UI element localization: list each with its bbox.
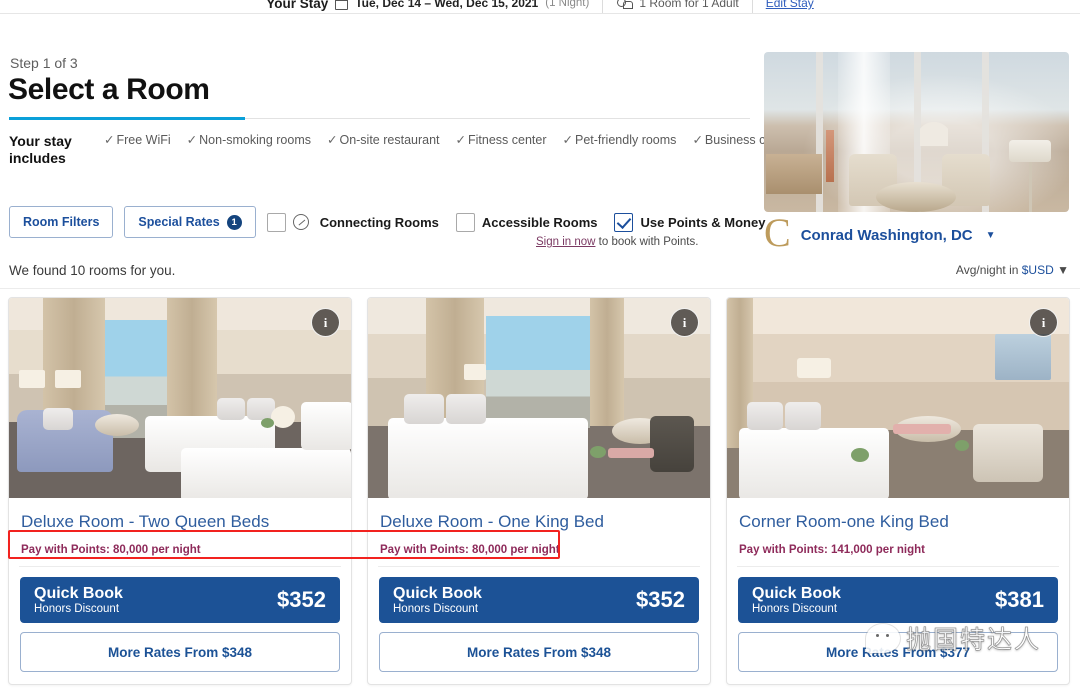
room-card[interactable]: i Deluxe Room - Two Queen Beds Pay with … bbox=[8, 297, 352, 685]
topbar-divider bbox=[0, 13, 1080, 14]
conrad-logo: C bbox=[764, 210, 791, 255]
amenities-list: ✓ Free WiFi ✓ Non-smoking rooms ✓ On-site r… bbox=[104, 132, 794, 147]
title-underline-accent bbox=[9, 117, 245, 120]
signin-hint: Sign in now to book with Points. bbox=[536, 236, 698, 248]
chevron-down-icon: ▼ bbox=[1057, 263, 1069, 277]
check-icon: ✓ bbox=[692, 133, 703, 147]
accessible-rooms-label: Accessible Rooms bbox=[481, 214, 598, 230]
room-card[interactable]: i Corner Room-one King Bed Pay with Poin… bbox=[726, 297, 1070, 685]
honors-discount-label: Honors Discount bbox=[752, 602, 838, 615]
room-actions: Quick Book Honors Discount $352 More Rat… bbox=[368, 567, 710, 684]
room-points-price: Pay with Points: 141,000 per night bbox=[739, 544, 925, 556]
stay-includes-label: Your stay includes bbox=[9, 133, 72, 166]
quick-book-price: $352 bbox=[636, 587, 685, 612]
amenity-item: ✓ Pet-friendly rooms bbox=[563, 132, 677, 147]
check-icon: ✓ bbox=[104, 133, 115, 147]
currency-selector[interactable]: Avg/night in $USD ▼ bbox=[956, 263, 1069, 277]
room-actions: Quick Book Honors Discount $381 More Rat… bbox=[727, 567, 1069, 684]
stay-guests-segment[interactable]: 1 Room for 1 Adult bbox=[603, 0, 751, 14]
info-icon[interactable]: i bbox=[670, 308, 699, 337]
amenity-label: On-site restaurant bbox=[339, 133, 440, 147]
connecting-rooms-label: Connecting Rooms bbox=[319, 214, 439, 230]
room-card[interactable]: i Deluxe Room - One King Bed Pay with Po… bbox=[367, 297, 711, 685]
honors-discount-label: Honors Discount bbox=[393, 602, 479, 615]
quick-book-button[interactable]: Quick Book Honors Discount $352 bbox=[20, 577, 340, 623]
room-title[interactable]: Deluxe Room - One King Bed bbox=[368, 498, 710, 538]
quick-book-button[interactable]: Quick Book Honors Discount $381 bbox=[738, 577, 1058, 623]
room-points-price: Pay with Points: 80,000 per night bbox=[380, 544, 560, 556]
title-underline-rest bbox=[245, 118, 750, 119]
quick-book-label: Quick Book bbox=[34, 584, 123, 602]
special-rates-button[interactable]: Special Rates 1 bbox=[124, 206, 256, 238]
special-rates-count-badge: 1 bbox=[226, 214, 242, 230]
stay-guests: 1 Room for 1 Adult bbox=[639, 0, 739, 10]
edit-stay-link[interactable]: Edit Stay bbox=[766, 0, 814, 10]
accessible-rooms-checkbox[interactable] bbox=[455, 212, 475, 232]
room-image[interactable]: i bbox=[727, 298, 1069, 498]
page-title: Select a Room bbox=[8, 73, 210, 106]
amenity-item: ✓ Free WiFi bbox=[104, 132, 171, 147]
amenity-label: Pet-friendly rooms bbox=[575, 133, 677, 147]
accessible-rooms-option[interactable]: Accessible Rooms bbox=[455, 212, 598, 232]
special-rates-label: Special Rates bbox=[138, 215, 220, 229]
sign-in-now-link[interactable]: Sign in now bbox=[536, 236, 595, 248]
honors-discount-label: Honors Discount bbox=[34, 602, 120, 615]
stay-nights: (1 Night) bbox=[545, 0, 590, 9]
hotel-name: Conrad Washington, DC bbox=[800, 226, 973, 244]
quick-book-price: $352 bbox=[277, 587, 326, 612]
calendar-icon bbox=[335, 0, 349, 10]
use-points-money-label: Use Points & Money bbox=[640, 214, 766, 230]
signin-hint-rest: to book with Points. bbox=[595, 236, 699, 248]
stay-dates-segment[interactable]: Your Stay Tue, Dec 14 – Wed, Dec 15, 202… bbox=[253, 0, 602, 14]
room-title[interactable]: Corner Room-one King Bed bbox=[727, 498, 1069, 538]
quick-book-label: Quick Book bbox=[752, 584, 841, 602]
more-rates-button[interactable]: More Rates From $348 bbox=[379, 632, 699, 672]
amenity-label: Free WiFi bbox=[116, 133, 171, 147]
amenity-item: ✓ Fitness center bbox=[456, 132, 547, 147]
connecting-rooms-option[interactable]: Connecting Rooms bbox=[266, 212, 439, 232]
quick-book-label: Quick Book bbox=[393, 584, 482, 602]
room-card-list: i Deluxe Room - Two Queen Beds Pay with … bbox=[8, 297, 1070, 685]
quick-book-button[interactable]: Quick Book Honors Discount $352 bbox=[379, 577, 699, 623]
check-icon: ✓ bbox=[562, 133, 573, 147]
step-indicator: Step 1 of 3 bbox=[10, 55, 78, 71]
amenity-item: ✓ On-site restaurant bbox=[327, 132, 440, 147]
currency-value[interactable]: $USD bbox=[1022, 263, 1054, 277]
more-rates-button[interactable]: More Rates From $348 bbox=[20, 632, 340, 672]
room-title[interactable]: Deluxe Room - Two Queen Beds bbox=[9, 498, 351, 538]
room-image[interactable]: i bbox=[368, 298, 710, 498]
room-actions: Quick Book Honors Discount $352 More Rat… bbox=[9, 567, 351, 684]
connecting-rooms-checkbox[interactable] bbox=[266, 212, 286, 232]
filter-toolbar: Room Filters Special Rates 1 Connecting … bbox=[9, 206, 782, 238]
quick-book-price: $381 bbox=[995, 587, 1044, 612]
check-icon: ✓ bbox=[326, 133, 338, 147]
amenity-item: ✓ Non-smoking rooms bbox=[187, 132, 311, 147]
room-filters-button[interactable]: Room Filters bbox=[9, 206, 114, 238]
hotel-selector[interactable]: C Conrad Washington, DC ▼ bbox=[764, 213, 996, 253]
check-icon: ✓ bbox=[186, 133, 198, 147]
avg-night-label: Avg/night in bbox=[955, 263, 1022, 277]
stay-dates: Tue, Dec 14 – Wed, Dec 15, 2021 bbox=[355, 0, 539, 10]
room-image[interactable]: i bbox=[9, 298, 351, 498]
info-icon[interactable]: i bbox=[1029, 308, 1058, 337]
amenity-label: Non-smoking rooms bbox=[199, 133, 311, 147]
results-count: We found 10 rooms for you. bbox=[9, 263, 176, 278]
use-points-money-option[interactable]: Use Points & Money bbox=[614, 212, 766, 232]
chevron-down-icon: ▼ bbox=[985, 229, 996, 241]
results-divider bbox=[0, 288, 1080, 289]
amenity-label: Fitness center bbox=[468, 133, 547, 147]
info-icon[interactable]: i bbox=[311, 308, 340, 337]
room-points-price: Pay with Points: 80,000 per night bbox=[21, 544, 201, 556]
stay-summary-bar: Your Stay Tue, Dec 14 – Wed, Dec 15, 202… bbox=[0, 0, 1080, 14]
use-points-money-checkbox[interactable] bbox=[614, 212, 634, 232]
more-rates-button[interactable]: More Rates From $377 bbox=[738, 632, 1058, 672]
edit-stay-segment[interactable]: Edit Stay bbox=[753, 0, 827, 14]
room-filters-label: Room Filters bbox=[23, 215, 100, 229]
check-icon: ✓ bbox=[455, 133, 466, 147]
connecting-rooms-icon bbox=[292, 214, 309, 230]
hotel-hero-image bbox=[764, 52, 1069, 212]
guests-icon bbox=[616, 0, 634, 9]
your-stay-label: Your Stay bbox=[266, 0, 329, 11]
